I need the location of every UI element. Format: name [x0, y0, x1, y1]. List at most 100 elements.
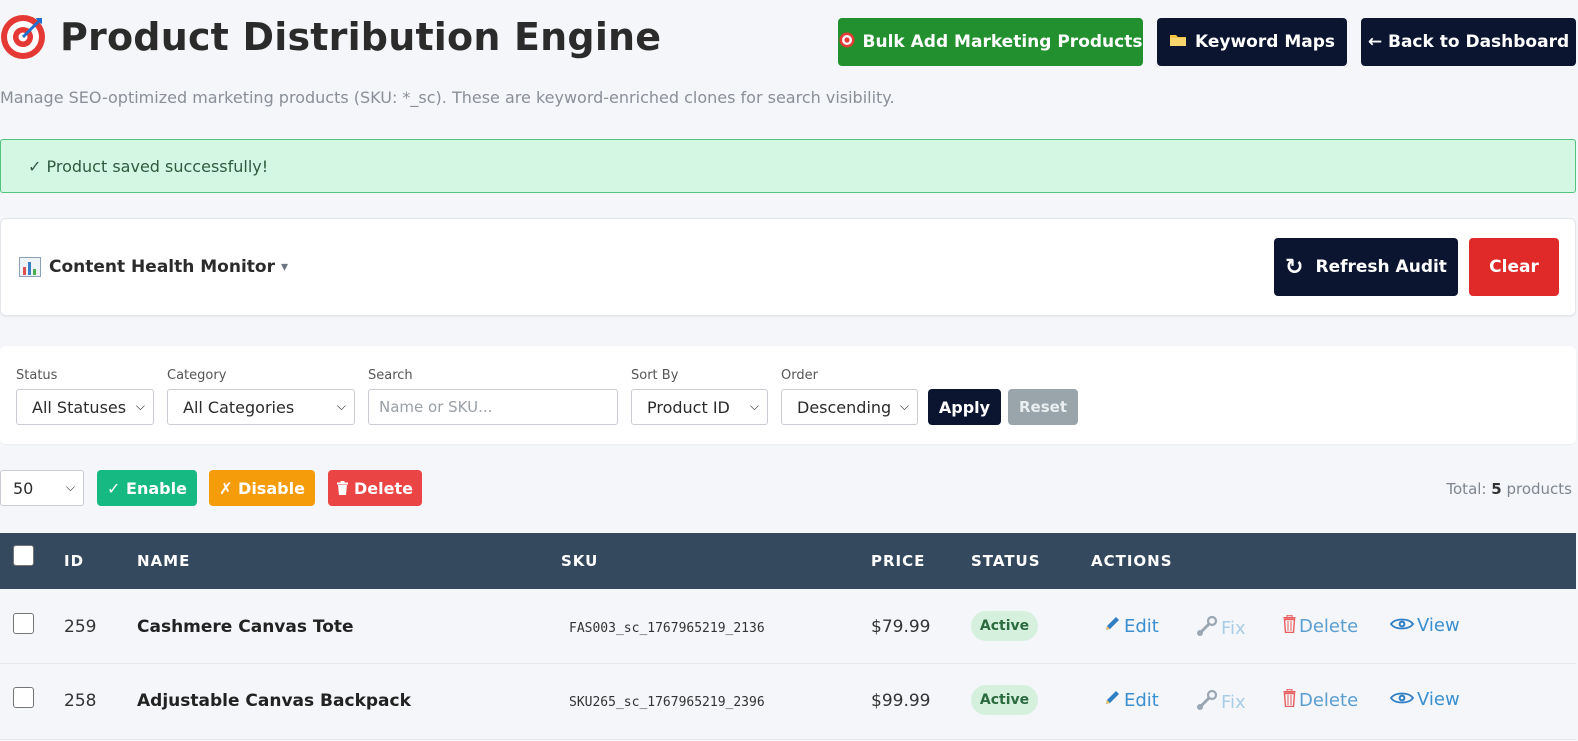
apply-button[interactable]: Apply [928, 389, 1001, 425]
total-products: Total: 5 products [1446, 480, 1572, 498]
row-name: Adjustable Canvas Backpack [137, 691, 411, 711]
sort-by-label: Sort By [631, 368, 679, 383]
page-subtitle: Manage SEO-optimized marketing products … [0, 88, 895, 107]
pencil-icon [1104, 689, 1121, 711]
chevron-down-icon: ⌵ [135, 399, 145, 413]
folder-icon [1169, 33, 1187, 51]
total-count: 5 [1491, 480, 1502, 498]
trash-icon [1283, 614, 1296, 638]
keyword-maps-button[interactable]: Keyword Maps [1157, 18, 1347, 66]
title-wrap: Product Distribution Engine [0, 14, 661, 60]
health-monitor-title: Content Health Monitor [49, 257, 275, 277]
delete-action[interactable]: Delete [1283, 688, 1359, 712]
row-id: 259 [64, 617, 97, 637]
page-title: Product Distribution Engine [60, 15, 662, 59]
total-suffix: products [1506, 480, 1572, 498]
edit-label: Edit [1124, 689, 1159, 711]
view-action[interactable]: View [1389, 615, 1460, 636]
reset-label: Reset [1019, 398, 1067, 416]
per-page-value: 50 [13, 478, 34, 498]
total-prefix: Total: [1446, 480, 1487, 498]
table-row: 258 Adjustable Canvas Backpack SKU265_sc… [0, 665, 1576, 740]
clear-button[interactable]: Clear [1469, 238, 1559, 296]
target-icon [839, 32, 855, 52]
bar-chart-icon [19, 257, 41, 277]
row-price: $79.99 [871, 617, 931, 637]
health-monitor-toggle[interactable]: Content Health Monitor ▾ [19, 257, 288, 277]
order-value: Descending [797, 397, 892, 417]
bulk-disable-button[interactable]: ✗ Disable [209, 470, 315, 506]
bulk-enable-button[interactable]: ✓ Enable [97, 470, 197, 506]
row-checkbox[interactable] [13, 687, 34, 708]
edit-action[interactable]: Edit [1104, 615, 1159, 637]
order-label: Order [781, 368, 818, 383]
bulk-add-marketing-products-button[interactable]: Bulk Add Marketing Products [838, 18, 1143, 66]
sort-by-value: Product ID [647, 397, 730, 417]
row-sku: SKU265_sc_1767965219_2396 [569, 695, 765, 710]
refresh-audit-label: Refresh Audit [1315, 257, 1447, 277]
row-sku: FAS003_sc_1767965219_2136 [569, 621, 765, 636]
bulk-add-label: Bulk Add Marketing Products [862, 32, 1143, 52]
trash-icon [337, 481, 349, 495]
sort-by-select[interactable]: Product ID ⌵ [631, 389, 768, 425]
eye-icon [1389, 690, 1415, 710]
search-input[interactable]: Name or SKU... [368, 389, 618, 425]
status-badge: Active [971, 685, 1038, 715]
order-select[interactable]: Descending ⌵ [781, 389, 918, 425]
select-all-checkbox[interactable] [13, 545, 34, 566]
reset-button[interactable]: Reset [1008, 389, 1078, 425]
wrench-icon [1196, 615, 1218, 642]
category-filter-label: Category [167, 368, 227, 383]
trash-icon [1283, 688, 1296, 712]
delete-label: Delete [1299, 616, 1359, 637]
column-id: ID [64, 552, 85, 570]
category-select[interactable]: All Categories ⌵ [167, 389, 355, 425]
target-icon [0, 14, 46, 60]
delete-label: Delete [354, 478, 413, 498]
table-header: ID NAME SKU PRICE STATUS ACTIONS [0, 533, 1576, 589]
status-select[interactable]: All Statuses ⌵ [16, 389, 154, 425]
edit-action[interactable]: Edit [1104, 689, 1159, 711]
success-alert: ✓ Product saved successfully! [0, 139, 1576, 193]
delete-action[interactable]: Delete [1283, 614, 1359, 638]
keyword-maps-label: Keyword Maps [1194, 32, 1336, 52]
table-row: 259 Cashmere Canvas Tote FAS003_sc_17679… [0, 589, 1576, 664]
column-sku: SKU [561, 552, 599, 570]
refresh-icon: ↻ [1285, 254, 1304, 280]
bulk-delete-button[interactable]: Delete [328, 470, 422, 506]
enable-label: ✓ Enable [107, 478, 187, 498]
status-select-value: All Statuses [32, 397, 127, 417]
eye-icon [1389, 616, 1415, 636]
chevron-down-icon: ⌵ [65, 480, 75, 494]
view-action[interactable]: View [1389, 689, 1460, 710]
column-price: PRICE [871, 552, 926, 570]
category-select-value: All Categories [183, 397, 295, 417]
row-checkbox[interactable] [13, 613, 34, 634]
delete-label: Delete [1299, 690, 1359, 711]
disable-label: ✗ Disable [219, 478, 305, 498]
row-name: Cashmere Canvas Tote [137, 617, 354, 637]
column-actions: ACTIONS [1091, 552, 1173, 570]
back-label: ← Back to Dashboard [1367, 32, 1570, 52]
view-label: View [1417, 689, 1460, 710]
per-page-select[interactable]: 50 ⌵ [0, 470, 84, 506]
search-placeholder: Name or SKU... [379, 398, 493, 416]
fix-label: Fix [1221, 692, 1246, 713]
refresh-audit-button[interactable]: ↻ Refresh Audit [1274, 238, 1458, 296]
chevron-down-icon: ⌵ [749, 399, 759, 413]
chevron-down-icon: ⌵ [336, 399, 346, 413]
fix-action[interactable]: Fix [1196, 615, 1246, 642]
status-filter-label: Status [16, 368, 58, 383]
filter-bar: Status All Statuses ⌵ Category All Categ… [0, 346, 1576, 444]
wrench-icon [1196, 689, 1218, 716]
search-filter-label: Search [368, 368, 413, 383]
view-label: View [1417, 615, 1460, 636]
column-status: STATUS [971, 552, 1041, 570]
back-to-dashboard-button[interactable]: ← Back to Dashboard [1361, 18, 1576, 66]
pencil-icon [1104, 615, 1121, 637]
chevron-down-icon: ▾ [280, 259, 289, 275]
alert-message: ✓ Product saved successfully! [28, 156, 269, 176]
apply-label: Apply [938, 397, 991, 417]
fix-action[interactable]: Fix [1196, 689, 1246, 716]
status-badge: Active [971, 611, 1038, 641]
